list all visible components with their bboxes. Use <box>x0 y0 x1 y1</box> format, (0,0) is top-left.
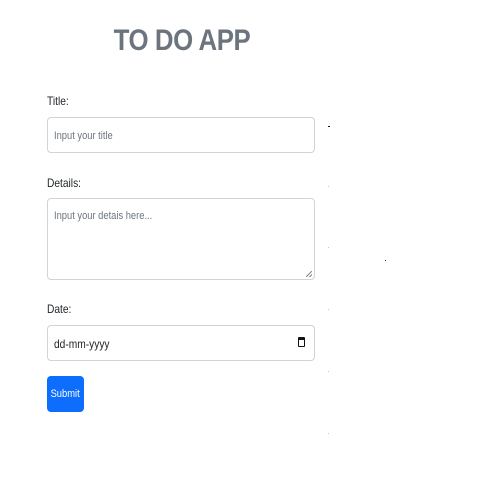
app-title: TO DO APP <box>113 24 251 57</box>
submit-button[interactable]: Submit <box>47 376 84 412</box>
todo-app-page: TO DO APP Title: Input your title Detail… <box>0 0 500 500</box>
decorative-speck <box>328 126 330 127</box>
decorative-speck <box>328 186 329 187</box>
title-input-placeholder: Input your title <box>54 130 113 142</box>
date-input[interactable]: dd-mm-yyyy <box>47 325 315 361</box>
decorative-speck <box>385 260 386 261</box>
title-input[interactable]: Input your title <box>47 117 315 153</box>
date-input-value: dd-mm-yyyy <box>54 337 110 351</box>
title-label: Title: <box>47 94 69 108</box>
decorative-speck <box>328 433 329 434</box>
resize-handle-icon[interactable] <box>306 271 312 277</box>
details-textarea-placeholder: Input your detais here... <box>54 210 153 222</box>
decorative-speck <box>328 309 329 310</box>
details-label: Details: <box>47 176 82 190</box>
decorative-speck <box>328 247 329 248</box>
decorative-speck <box>328 371 329 372</box>
calendar-icon[interactable] <box>298 337 305 347</box>
details-textarea[interactable]: Input your detais here... <box>47 198 315 280</box>
submit-button-label: Submit <box>50 388 81 400</box>
date-label: Date: <box>47 302 72 316</box>
